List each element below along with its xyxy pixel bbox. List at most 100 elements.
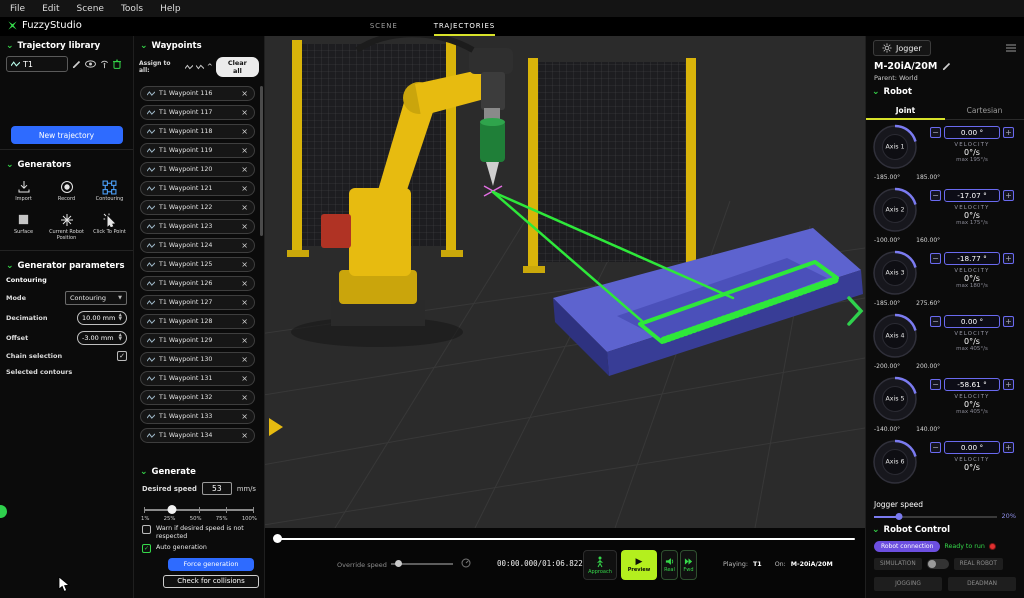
slider-handle[interactable] (167, 505, 176, 514)
axis-knob[interactable]: Axis 1 (872, 124, 918, 170)
remove-waypoint-button[interactable]: × (241, 128, 248, 136)
stepper-arrows-icon[interactable]: ▲▼ (119, 314, 122, 322)
remove-waypoint-button[interactable]: × (241, 109, 248, 117)
menu-item-tools[interactable]: Tools (121, 4, 143, 14)
waypoint-item[interactable]: T1 Waypoint 120× (140, 162, 255, 177)
remove-waypoint-button[interactable]: × (241, 432, 248, 440)
waypoint-scrollbar[interactable] (260, 86, 263, 236)
robot-control-header[interactable]: ⌄ Robot Control (866, 520, 1024, 538)
axis-plus-button[interactable]: + (1003, 379, 1014, 390)
axis-plus-button[interactable]: + (1003, 316, 1014, 327)
waypoint-item[interactable]: T1 Waypoint 132× (140, 390, 255, 405)
approach-button[interactable]: Approach (583, 550, 617, 580)
menu-item-help[interactable]: Help (160, 4, 181, 14)
check-collisions-button[interactable]: Check for collisions (163, 575, 259, 588)
force-generation-button[interactable]: Force generation (168, 558, 254, 571)
waypoint-item[interactable]: T1 Waypoint 118× (140, 124, 255, 139)
waypoints-header[interactable]: ⌄ Waypoints (134, 36, 264, 54)
waypoint-item[interactable]: T1 Waypoint 125× (140, 257, 255, 272)
viewport-3d[interactable] (265, 36, 865, 528)
timeline-handle[interactable] (273, 534, 282, 543)
remove-waypoint-button[interactable]: × (241, 413, 248, 421)
warn-checkbox[interactable] (142, 525, 151, 534)
axis-angle-value[interactable]: -18.77 ° (944, 252, 1000, 265)
remove-waypoint-button[interactable]: × (241, 204, 248, 212)
menu-item-scene[interactable]: Scene (77, 4, 104, 14)
axis-angle-value[interactable]: -58.61 ° (944, 378, 1000, 391)
remove-waypoint-button[interactable]: × (241, 356, 248, 364)
chain-selection-checkbox[interactable]: ✓ (117, 351, 127, 361)
assign-approach-icon[interactable]: ^ (207, 63, 213, 71)
generator-click-to-point[interactable]: Click To Point (88, 212, 131, 242)
waypoint-item[interactable]: T1 Waypoint 128× (140, 314, 255, 329)
waypoint-item[interactable]: T1 Waypoint 119× (140, 143, 255, 158)
generator-parameters-header[interactable]: ⌄ Generator parameters (0, 256, 133, 274)
waypoint-item[interactable]: T1 Waypoint 124× (140, 238, 255, 253)
axis-knob[interactable]: Axis 3 (872, 250, 918, 296)
remove-waypoint-button[interactable]: × (241, 147, 248, 155)
remove-waypoint-button[interactable]: × (241, 166, 248, 174)
waypoint-item[interactable]: T1 Waypoint 123× (140, 219, 255, 234)
generator-record[interactable]: Record (45, 179, 88, 203)
panel-menu-icon[interactable] (1005, 43, 1017, 53)
axis-plus-button[interactable]: + (1003, 190, 1014, 201)
generator-current-robot-position[interactable]: Current Robot Position (45, 212, 88, 242)
axis-angle-value[interactable]: 0.00 ° (944, 441, 1000, 454)
remove-waypoint-button[interactable]: × (241, 337, 248, 345)
axis-minus-button[interactable]: − (930, 379, 941, 390)
remove-waypoint-button[interactable]: × (241, 90, 248, 98)
auto-generation-checkbox[interactable]: ✓ (142, 544, 151, 553)
real-button[interactable]: Real (661, 550, 678, 580)
waypoint-item[interactable]: T1 Waypoint 117× (140, 105, 255, 120)
axis-knob[interactable]: Axis 2 (872, 187, 918, 233)
axis-angle-value[interactable]: 0.00 ° (944, 126, 1000, 139)
waypoint-item[interactable]: T1 Waypoint 133× (140, 409, 255, 424)
axis-plus-button[interactable]: + (1003, 127, 1014, 138)
waypoint-item[interactable]: T1 Waypoint 126× (140, 276, 255, 291)
desired-speed-slider[interactable] (144, 505, 254, 515)
jogging-button[interactable]: JOGGING (874, 577, 942, 591)
jogger-header[interactable]: Jogger (873, 40, 931, 56)
trajectory-item[interactable]: T1 (6, 56, 68, 72)
decimation-stepper[interactable]: 10.00 mm ▲▼ (77, 311, 127, 325)
mode-select[interactable]: Contouring ▼ (65, 291, 127, 305)
robot-connection-button[interactable]: Robot connection (874, 541, 940, 552)
waypoint-item[interactable]: T1 Waypoint 127× (140, 295, 255, 310)
stepper-arrows-icon[interactable]: ▲▼ (119, 334, 122, 342)
waypoint-item[interactable]: T1 Waypoint 130× (140, 352, 255, 367)
waypoint-item[interactable]: T1 Waypoint 131× (140, 371, 255, 386)
axis-minus-button[interactable]: − (930, 190, 941, 201)
visibility-icon[interactable] (85, 60, 96, 68)
edit-robot-icon[interactable] (942, 62, 951, 71)
axis-minus-button[interactable]: − (930, 253, 941, 264)
edit-icon[interactable] (72, 60, 81, 69)
assign-blend-icon[interactable] (196, 64, 204, 70)
remove-waypoint-button[interactable]: × (241, 185, 248, 193)
generators-header[interactable]: ⌄ Generators (0, 155, 133, 173)
signal-icon[interactable] (100, 60, 109, 69)
generator-import[interactable]: Import (2, 179, 45, 203)
axis-minus-button[interactable]: − (930, 316, 941, 327)
axis-angle-value[interactable]: 0.00 ° (944, 315, 1000, 328)
generator-contouring[interactable]: Contouring (88, 179, 131, 203)
jogger-speed-slider[interactable] (874, 513, 997, 520)
remove-waypoint-button[interactable]: × (241, 280, 248, 288)
clear-all-button[interactable]: Clear all (216, 57, 259, 77)
generator-surface[interactable]: Surface (2, 212, 45, 242)
waypoint-item[interactable]: T1 Waypoint 134× (140, 428, 255, 443)
jogger-speed-handle[interactable] (895, 513, 902, 520)
preview-button[interactable]: ▶ Preview (621, 550, 657, 580)
axis-knob[interactable]: Axis 5 (872, 376, 918, 422)
remove-waypoint-button[interactable]: × (241, 261, 248, 269)
axis-minus-button[interactable]: − (930, 127, 941, 138)
waypoint-item[interactable]: T1 Waypoint 121× (140, 181, 255, 196)
axis-angle-value[interactable]: -17.07 ° (944, 189, 1000, 202)
sim-real-toggle[interactable] (927, 559, 949, 569)
override-speed-slider[interactable] (391, 559, 453, 569)
generate-header[interactable]: ⌄ Generate (134, 462, 264, 480)
desired-speed-input[interactable]: 53 (202, 482, 232, 495)
offset-stepper[interactable]: -3.00 mm ▲▼ (77, 331, 127, 345)
delete-icon[interactable] (113, 59, 121, 69)
axis-knob[interactable]: Axis 4 (872, 313, 918, 359)
waypoint-item[interactable]: T1 Waypoint 122× (140, 200, 255, 215)
